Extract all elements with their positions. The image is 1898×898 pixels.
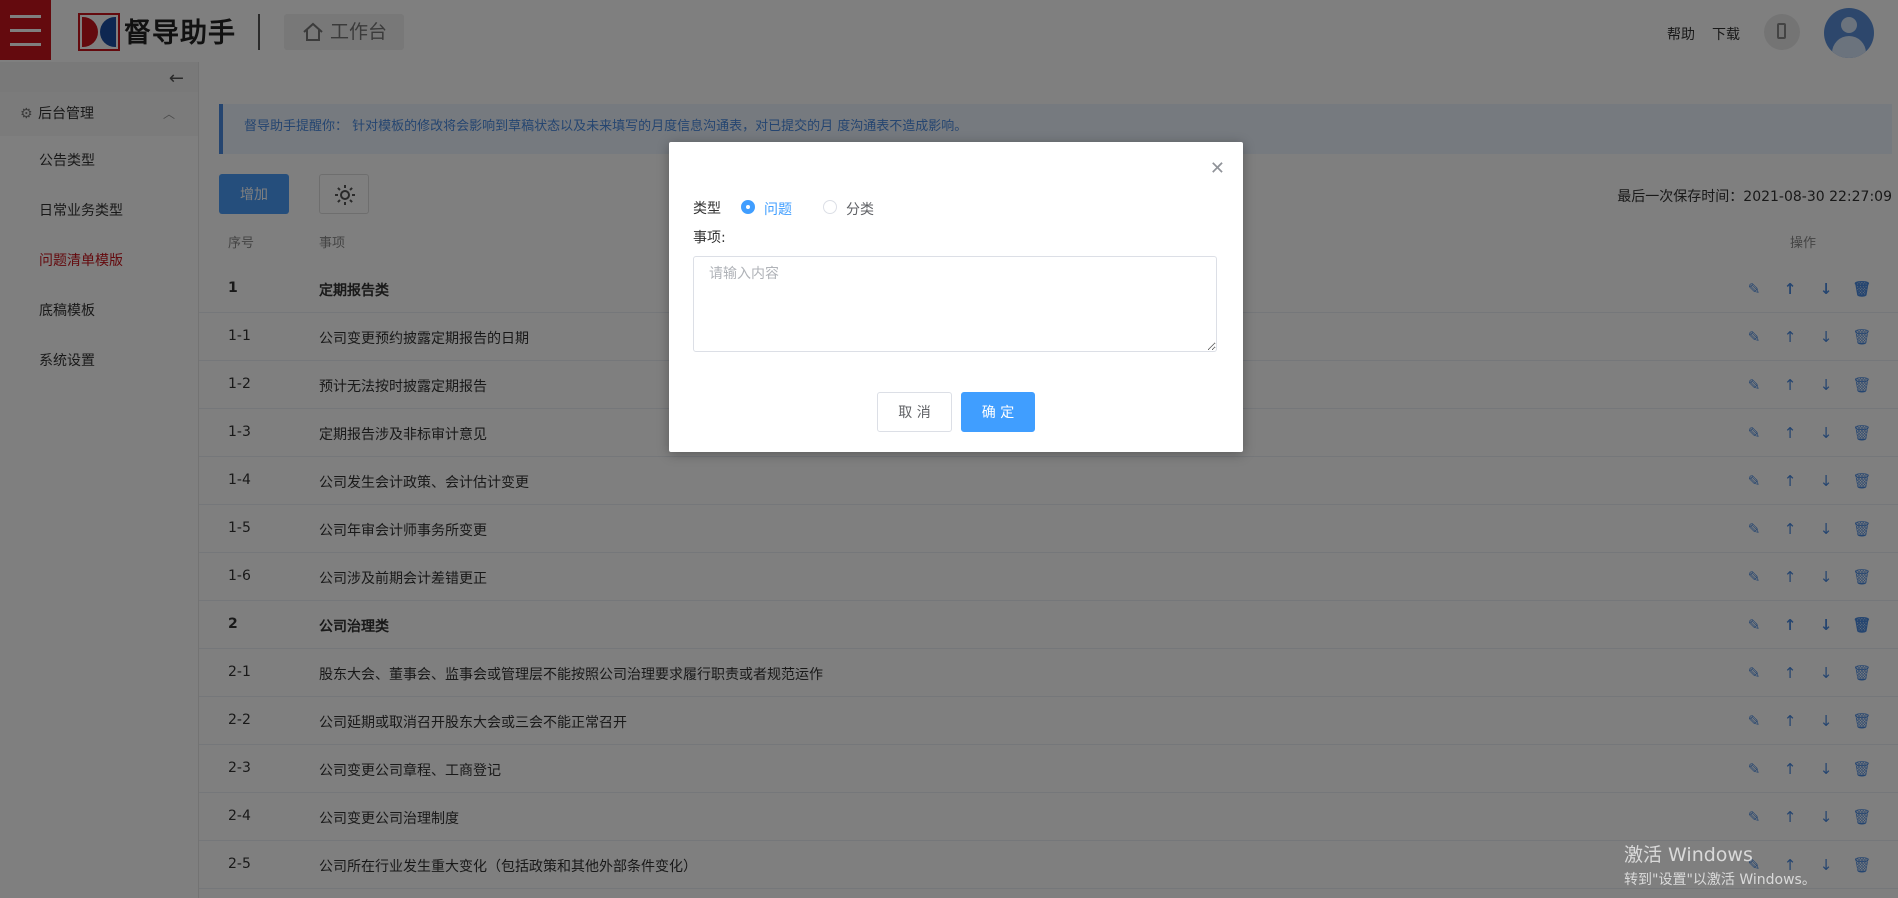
cancel-button[interactable]: 取 消 <box>877 392 952 432</box>
watermark-line2: 转到"设置"以激活 Windows。 <box>1624 872 1816 888</box>
windows-activation-watermark: 激活 Windows 转到"设置"以激活 Windows。 <box>1624 840 1816 889</box>
item-label: 事项: <box>693 230 726 246</box>
type-label: 类型 <box>693 201 721 217</box>
radio-dot <box>823 200 837 214</box>
watermark-line1: 激活 Windows <box>1624 844 1753 866</box>
close-icon[interactable]: ✕ <box>1210 158 1225 179</box>
edit-item-dialog: ✕ 类型 问题 分类 事项: 取 消 确 定 <box>669 142 1243 452</box>
item-textarea[interactable] <box>693 256 1217 352</box>
radio-category-label: 分类 <box>846 202 874 218</box>
radio-question-label: 问题 <box>764 202 792 218</box>
radio-dot <box>741 200 755 214</box>
confirm-button[interactable]: 确 定 <box>961 392 1035 432</box>
